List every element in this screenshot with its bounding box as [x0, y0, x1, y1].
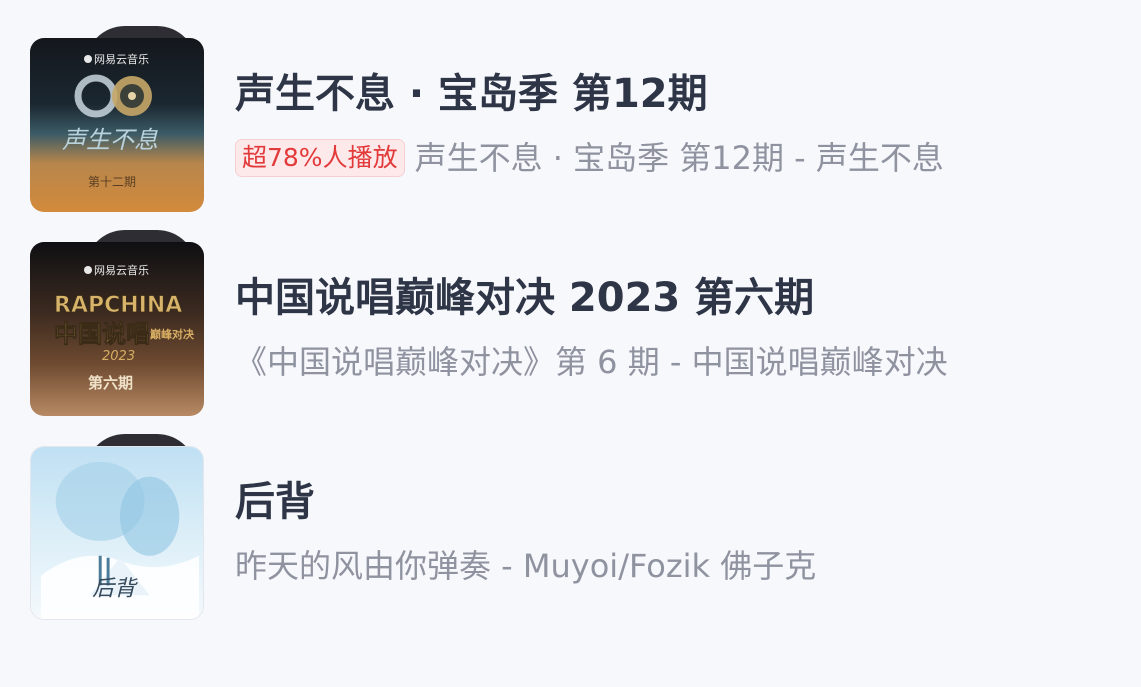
cover-name-text: 中国说唱 — [54, 320, 150, 348]
cover-episode-text: 第六期 — [88, 374, 133, 392]
play-percent-badge: 超78%人播放 — [235, 139, 405, 177]
song-subtitle: 昨天的风由你弹奏 - Muyoi/Fozik 佛子克 — [235, 547, 817, 585]
song-subtitle: 《中国说唱巅峰对决》第 6 期 - 中国说唱巅峰对决 — [235, 343, 948, 381]
song-list: 网易云音乐 声生不息 第十二期 声生不息 · 宝岛季 第12期 超78%人播放 … — [0, 0, 1141, 687]
list-item[interactable]: 后背 后背 昨天的风由你弹奏 - Muyoi/Fozik 佛子克 — [0, 428, 1141, 620]
list-item[interactable]: 网易云音乐 声生不息 第十二期 声生不息 · 宝岛季 第12期 超78%人播放 … — [0, 20, 1141, 212]
song-title[interactable]: 后背 — [235, 476, 315, 528]
cover-script-text: 后背 — [92, 576, 138, 601]
cover-episode-text: 第十二期 — [88, 175, 136, 189]
cover-side-text: 巅峰对决 — [149, 327, 195, 341]
cover-logo-text: RAPCHINA — [54, 293, 182, 318]
song-title[interactable]: 声生不息 · 宝岛季 第12期 — [235, 68, 708, 120]
album-cover[interactable]: 后背 — [30, 434, 204, 620]
album-cover[interactable]: 网易云音乐 RAPCHINA 中国说唱 巅峰对决 2023 第六期 — [30, 230, 204, 416]
album-cover[interactable]: 网易云音乐 声生不息 第十二期 — [30, 26, 204, 212]
cover-year-text: 2023 — [102, 349, 135, 364]
song-subtitle: 声生不息 · 宝岛季 第12期 - 声生不息 — [414, 139, 944, 177]
list-item[interactable]: 网易云音乐 RAPCHINA 中国说唱 巅峰对决 2023 第六期 中国说唱巅峰… — [0, 224, 1141, 416]
brand-text: 网易云音乐 — [94, 263, 149, 277]
brand-text: 网易云音乐 — [94, 52, 149, 66]
song-title[interactable]: 中国说唱巅峰对决 2023 第六期 — [235, 272, 814, 324]
cover-name-text: 声生不息 — [62, 126, 158, 154]
